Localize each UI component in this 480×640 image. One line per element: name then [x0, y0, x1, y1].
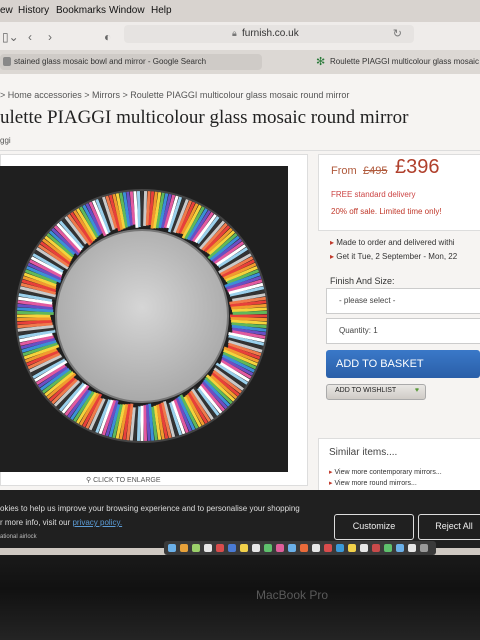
sidebar-toggle-icon[interactable]: ▯⌄	[2, 30, 19, 44]
dock-app-icon[interactable]	[360, 544, 368, 552]
delivery-note: FREE standard delivery	[331, 190, 416, 199]
mosaic-tile	[16, 317, 52, 322]
mosaic-tile	[16, 310, 54, 315]
dock-app-icon[interactable]	[372, 544, 380, 552]
sale-note: 20% off sale. Limited time only!	[331, 207, 442, 216]
url-text: furnish.co.uk	[242, 28, 299, 39]
brand-name[interactable]: ggi	[0, 136, 11, 145]
add-to-basket-button[interactable]: ADD TO BASKET	[326, 350, 480, 378]
cookie-banner: okies to help us improve your browsing e…	[0, 490, 480, 548]
address-bar[interactable]: 🔒︎ furnish.co.uk ↻	[124, 25, 414, 43]
privacy-policy-link[interactable]: privacy policy.	[72, 518, 122, 527]
quantity-field[interactable]: Quantity: 1	[326, 318, 480, 344]
furnish-favicon-icon: ✻	[316, 56, 326, 68]
tab-bar: stained glass mosaic bowl and mirror - G…	[0, 50, 480, 74]
similar-items-title: Similar items....	[329, 447, 398, 458]
mosaic-tile	[230, 317, 268, 322]
mosaic-tile	[145, 404, 151, 442]
tab-label: Roulette PIAGGI multicolour glass mosaic…	[330, 57, 480, 66]
dock-app-icon[interactable]	[168, 544, 176, 552]
menu-window[interactable]: Window	[109, 5, 145, 16]
dock-app-icon[interactable]	[204, 544, 212, 552]
laptop-brand-label: MacBook Pro	[256, 588, 329, 602]
sale-price: £396	[395, 156, 440, 178]
privacy-shield-icon[interactable]: ◐	[104, 30, 111, 44]
mosaic-tile	[16, 319, 52, 325]
customize-button[interactable]: Customize	[334, 514, 414, 540]
bullet-arrow-icon: ▸	[329, 469, 333, 476]
dock-app-icon[interactable]	[264, 544, 272, 552]
dock-app-icon[interactable]	[180, 544, 188, 552]
divider	[0, 150, 480, 151]
dock-app-icon[interactable]	[276, 544, 284, 552]
forward-arrow-icon[interactable]: ›	[48, 30, 52, 44]
price-box: From £495 £396 FREE standard delivery 20…	[318, 154, 480, 231]
similar-link-contemporary[interactable]: ▸ View more contemporary mirrors...	[329, 468, 442, 476]
dock-app-icon[interactable]	[420, 544, 428, 552]
similar-items-box: Similar items.... ▸ View more contempora…	[318, 438, 480, 492]
menu-bookmarks[interactable]: Bookmarks	[56, 5, 106, 16]
reload-icon[interactable]: ↻	[393, 27, 402, 40]
dock-app-icon[interactable]	[408, 544, 416, 552]
menu-help[interactable]: Help	[151, 5, 172, 16]
heart-icon: ♥	[414, 387, 419, 394]
menu-history[interactable]: History	[18, 5, 49, 16]
reject-all-button[interactable]: Reject All	[418, 514, 480, 540]
mosaic-tile	[136, 190, 141, 228]
page-title: ulette PIAGGI multicolour glass mosaic r…	[0, 107, 409, 128]
menu-view[interactable]: ew	[0, 5, 13, 16]
dock-app-icon[interactable]	[192, 544, 200, 552]
google-favicon-icon	[3, 57, 11, 66]
mosaic-tile	[231, 307, 268, 313]
tab-furnish[interactable]: ✻ Roulette PIAGGI multicolour glass mosa…	[310, 54, 480, 70]
finish-size-label: Finish And Size:	[330, 276, 395, 286]
old-price: £495	[363, 165, 388, 177]
detail-made-to-order: ▸ Made to order and delivered withi	[330, 238, 455, 247]
similar-link-round[interactable]: ▸ View more round mirrors...	[329, 479, 417, 487]
dock-app-icon[interactable]	[324, 544, 332, 552]
mac-menu-bar: ew History Bookmarks Window Help	[0, 0, 480, 22]
finish-size-select[interactable]: - please select -	[326, 288, 480, 314]
dock-app-icon[interactable]	[288, 544, 296, 552]
detail-delivery-date: ▸ Get it Tue, 2 September - Mon, 22	[330, 252, 458, 261]
cookie-message: okies to help us improve your browsing e…	[0, 504, 300, 513]
add-to-wishlist-button[interactable]: ADD TO WISHLIST ♥	[326, 384, 426, 400]
mosaic-tile	[143, 190, 148, 226]
mirror-glass	[55, 229, 229, 403]
mosaic-mirror-image[interactable]	[14, 188, 270, 444]
dock-app-icon[interactable]	[396, 544, 404, 552]
dock-app-icon[interactable]	[348, 544, 356, 552]
mosaic-tile	[232, 310, 268, 315]
click-to-enlarge[interactable]: ⚲ CLICK TO ENLARGE	[86, 476, 161, 484]
mac-dock	[164, 541, 436, 555]
bullet-arrow-icon: ▸	[330, 252, 335, 261]
from-label: From	[331, 165, 357, 177]
tab-google-search[interactable]: stained glass mosaic bowl and mirror - G…	[0, 54, 262, 70]
cookie-message-2: r more info, visit our privacy policy.	[0, 518, 123, 527]
dock-app-icon[interactable]	[240, 544, 248, 552]
dock-app-icon[interactable]	[252, 544, 260, 552]
dock-app-icon[interactable]	[312, 544, 320, 552]
dock-app-icon[interactable]	[300, 544, 308, 552]
dock-app-icon[interactable]	[336, 544, 344, 552]
breadcrumb[interactable]: > Home accessories > Mirrors > Roulette …	[0, 90, 349, 100]
dock-app-icon[interactable]	[216, 544, 224, 552]
bullet-arrow-icon: ▸	[330, 238, 335, 247]
mosaic-tile	[136, 406, 141, 442]
dock-app-icon[interactable]	[228, 544, 236, 552]
back-arrow-icon[interactable]: ‹	[28, 30, 32, 44]
status-text: ational airlock	[0, 534, 37, 540]
laptop-bezel	[0, 555, 480, 640]
bullet-arrow-icon: ▸	[329, 480, 333, 487]
mosaic-tile	[143, 405, 148, 442]
tab-label: stained glass mosaic bowl and mirror - G…	[14, 57, 207, 66]
lock-icon: 🔒︎	[232, 28, 237, 38]
dock-app-icon[interactable]	[384, 544, 392, 552]
